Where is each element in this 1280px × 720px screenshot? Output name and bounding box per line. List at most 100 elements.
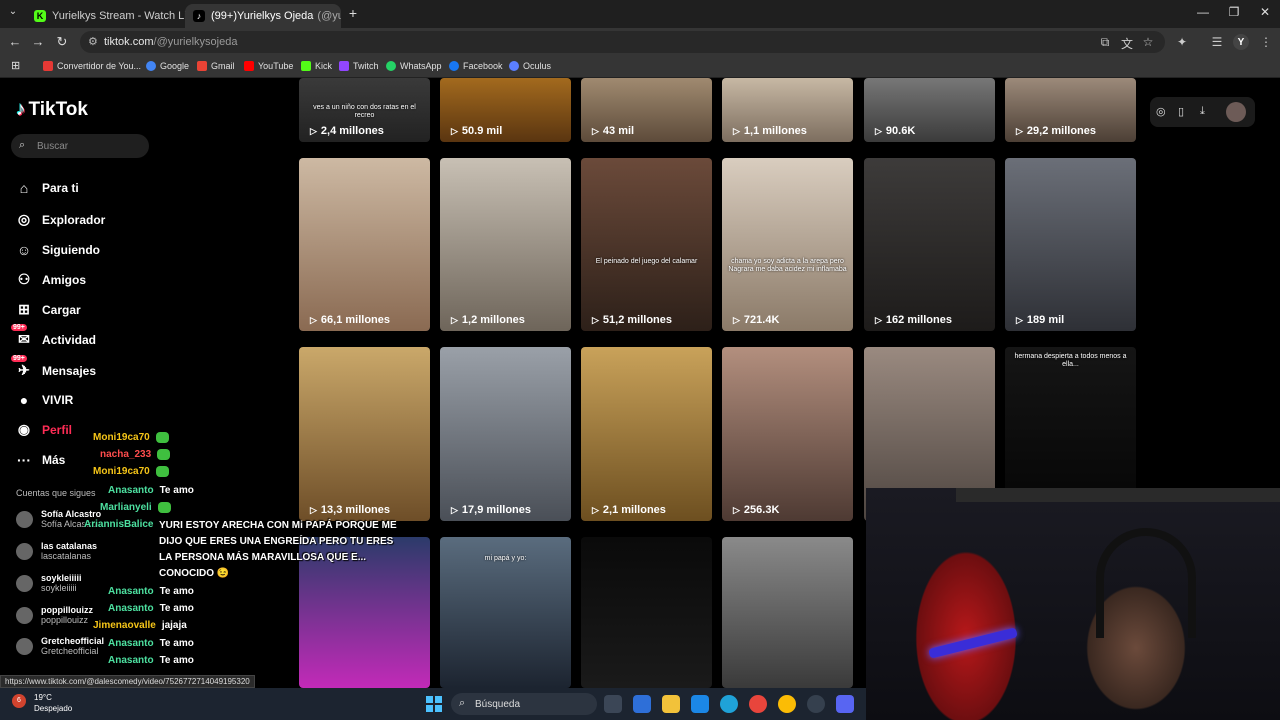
- avatar[interactable]: [1226, 102, 1246, 122]
- file-explorer-icon[interactable]: [662, 695, 680, 713]
- chat-text: Te amo: [159, 586, 194, 597]
- following-account[interactable]: soykleiiiii soykleiiiii: [16, 573, 82, 593]
- video-thumbnail[interactable]: ▷ 13,3 millones: [299, 347, 430, 521]
- search-icon: ⌕: [19, 139, 26, 151]
- bookmark-oculus[interactable]: Oculus: [509, 61, 551, 71]
- nav-item-compass[interactable]: ◎ Explorador: [15, 211, 105, 228]
- following-account[interactable]: poppillouizz poppillouizz: [16, 605, 93, 625]
- compass-icon[interactable]: ◎: [1156, 105, 1166, 118]
- tab-list-icon[interactable]: ⌄: [4, 6, 22, 17]
- phone-icon[interactable]: ▯: [1178, 105, 1184, 118]
- video-thumbnail[interactable]: ▷ 43 mil: [581, 78, 712, 142]
- task-view-icon[interactable]: [604, 695, 622, 713]
- close-window-icon[interactable]: ✕: [1250, 5, 1280, 19]
- bookmark-twitch[interactable]: Twitch: [339, 61, 379, 71]
- video-thumbnail[interactable]: ▷ 90.6K: [864, 78, 995, 142]
- video-thumbnail[interactable]: El peinado del juego del calamar ▷ 51,2 mi…: [581, 158, 712, 331]
- apps-grid-icon[interactable]: ⊞: [11, 59, 20, 72]
- video-thumbnail[interactable]: ▷ 17,9 millones: [440, 347, 571, 521]
- site-info-icon[interactable]: ⚙: [88, 35, 98, 48]
- discord-icon[interactable]: [836, 695, 854, 713]
- mail-icon[interactable]: [691, 695, 709, 713]
- bookmark-gmail[interactable]: Gmail: [197, 61, 235, 71]
- video-thumbnail[interactable]: ▷ 162 millones: [864, 158, 995, 331]
- bookmark-whatsapp[interactable]: WhatsApp: [386, 61, 442, 71]
- bookmark-kick[interactable]: Kick: [301, 61, 332, 71]
- video-thumbnail[interactable]: ▷ 50.9 mil: [440, 78, 571, 142]
- weather-widget[interactable]: 6 19°C Despejado: [12, 692, 72, 714]
- reload-icon[interactable]: ↻: [53, 34, 71, 50]
- video-thumbnail[interactable]: [581, 537, 712, 688]
- upload-icon: ⊞: [18, 301, 30, 317]
- taskbar-search[interactable]: ⌕ Búsqueda: [451, 693, 597, 715]
- video-thumbnail[interactable]: mi papá y yo:: [440, 537, 571, 688]
- video-thumbnail[interactable]: [722, 537, 853, 688]
- download-icon[interactable]: ⤓: [1200, 105, 1205, 118]
- google-icon: [146, 61, 156, 71]
- video-thumbnail[interactable]: ▷ 66,1 millones: [299, 158, 430, 331]
- bookmark-youtube[interactable]: YouTube: [244, 61, 293, 71]
- address-bar[interactable]: ⚙ tiktok.com/@yurielkysojeda: [80, 31, 1165, 53]
- search-input[interactable]: ⌕ Buscar: [11, 134, 149, 158]
- nav-item-user-follow[interactable]: ☺ Siguiendo: [15, 242, 100, 258]
- chrome-icon[interactable]: [749, 695, 767, 713]
- tiktok-logo[interactable]: ♪ TikTok: [16, 99, 88, 121]
- nav-item-friends[interactable]: ⚇ Amigos: [15, 271, 86, 288]
- avatar: [16, 606, 33, 624]
- profile-avatar[interactable]: Y: [1233, 34, 1249, 50]
- nav-item-live[interactable]: ● VIVIR: [15, 392, 74, 408]
- nav-item-upload[interactable]: ⊞ Cargar: [15, 301, 81, 318]
- avatar: [16, 510, 33, 528]
- nav-item-messages[interactable]: ✈ 99+ Mensajes: [11, 355, 96, 379]
- view-count: ▷ 90.6K: [875, 125, 915, 137]
- translate-icon[interactable]: 文: [1119, 35, 1135, 52]
- windows-start-icon[interactable]: [426, 696, 442, 712]
- following-account[interactable]: Gretcheofficial Gretcheofficial: [16, 636, 104, 656]
- chat-text: Te amo: [159, 655, 194, 666]
- view-count: ▷ 256.3K: [733, 504, 779, 516]
- edge-icon[interactable]: [720, 695, 738, 713]
- store-icon[interactable]: [633, 695, 651, 713]
- nav-item-activity[interactable]: ✉ 99+ Actividad: [11, 324, 96, 348]
- maximize-icon[interactable]: ❐: [1219, 5, 1249, 19]
- menu-icon[interactable]: ⋮: [1258, 35, 1274, 49]
- bookmark-google[interactable]: Google: [146, 61, 189, 71]
- nav-item-profile[interactable]: ◉ Perfil: [15, 421, 72, 438]
- view-count-text: 256.3K: [743, 504, 780, 516]
- video-thumbnail[interactable]: ▷ 29,2 millones: [1005, 78, 1136, 142]
- weather-icon: 6: [12, 694, 26, 708]
- video-thumbnail[interactable]: chama yo soy adicta a la arepa pero Nagr…: [722, 158, 853, 331]
- kick-icon: [301, 61, 311, 71]
- steam-icon[interactable]: [807, 695, 825, 713]
- tab-title: (99+)Yurielkys Ojeda: [211, 10, 314, 22]
- new-tab-icon[interactable]: +: [344, 5, 362, 21]
- video-thumbnail[interactable]: ▷ 189 mil: [1005, 158, 1136, 331]
- account-handle: soykleiiiii: [41, 583, 77, 593]
- reading-list-icon[interactable]: ☰: [1209, 35, 1225, 49]
- tab-kick-stream[interactable]: K Yurielkys Stream - Watch Live o ✕: [26, 4, 186, 28]
- minimize-icon[interactable]: —: [1188, 5, 1218, 19]
- extensions-icon[interactable]: ✦: [1174, 35, 1190, 49]
- video-thumbnail[interactable]: ▷ 1,1 millones: [722, 78, 853, 142]
- view-count: ▷ 17,9 millones: [451, 504, 531, 516]
- nav-item-home[interactable]: ⌂ Para ti: [15, 180, 79, 196]
- install-app-icon[interactable]: ⧉: [1097, 35, 1113, 50]
- nav-item-label: Cargar: [42, 302, 81, 317]
- video-thumbnail[interactable]: ▷ 256.3K: [722, 347, 853, 521]
- following-account[interactable]: las catalanas lascatalanas: [16, 541, 97, 561]
- back-icon[interactable]: ←: [6, 34, 24, 49]
- video-caption: hermana despierta a todos menos a ella..…: [1014, 353, 1127, 368]
- bookmark-star-icon[interactable]: ☆: [1140, 35, 1156, 49]
- tab-tiktok-profile[interactable]: ♪ (99+)Yurielkys Ojeda (@yur ✕: [185, 4, 341, 28]
- profile-icon: ◉: [17, 421, 31, 437]
- nav-item-more[interactable]: ··· Más: [15, 452, 65, 468]
- video-thumbnail[interactable]: ves a un niño con dos ratas en el recreo…: [299, 78, 430, 142]
- video-thumbnail[interactable]: ▷ 2,1 millones: [581, 347, 712, 521]
- home-icon: ⌂: [19, 180, 29, 196]
- bookmark-youtube-converter[interactable]: Convertidor de You...: [43, 61, 141, 71]
- compass-icon: ◎: [17, 211, 31, 227]
- forward-icon[interactable]: →: [29, 34, 47, 49]
- bookmark-facebook[interactable]: Facebook: [449, 61, 503, 71]
- video-thumbnail[interactable]: ▷ 1,2 millones: [440, 158, 571, 331]
- chrome-profile-icon[interactable]: [778, 695, 796, 713]
